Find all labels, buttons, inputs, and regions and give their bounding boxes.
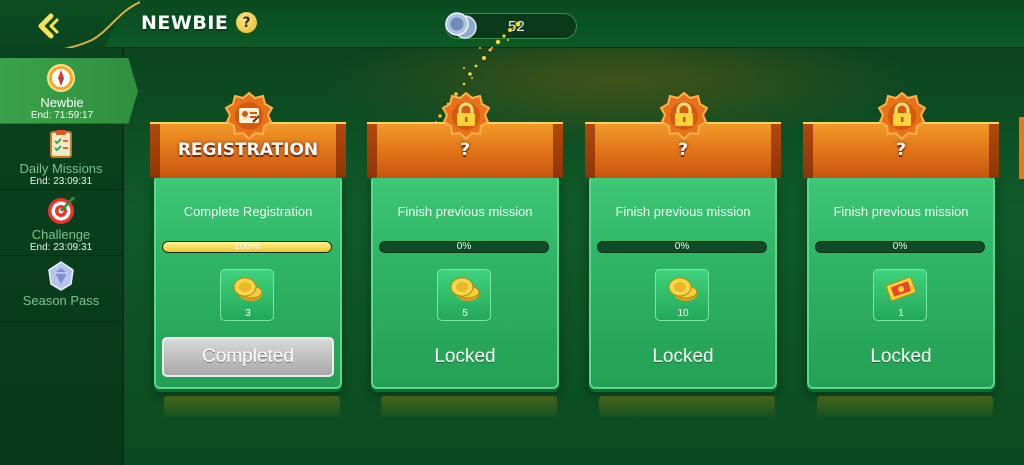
locked-status: Locked <box>652 346 714 367</box>
next-card-edge <box>1019 117 1024 179</box>
lock-icon <box>441 91 491 141</box>
sidebar-item-timer: End: 23:09:31 <box>29 242 93 253</box>
reward-quantity: 3 <box>245 308 251 319</box>
card-title: ? <box>460 140 470 160</box>
locked-status: Locked <box>870 346 932 367</box>
sidebar-item-label: Season Pass <box>22 293 100 308</box>
page-title: NEWBIE <box>141 12 229 34</box>
coin-stack-icon <box>445 12 477 39</box>
card-shelf <box>817 396 993 418</box>
progress-bar: 0% <box>597 241 767 253</box>
reward-quantity: 5 <box>462 308 468 319</box>
target-icon <box>48 197 75 224</box>
sidebar-item-challenge[interactable]: Challenge End: 23:09:31 <box>0 190 122 256</box>
progress-text: 100% <box>234 241 260 252</box>
balance-pill[interactable]: 52 <box>445 12 577 39</box>
sidebar-item-timer: End: 71:59:17 <box>30 110 94 121</box>
progress-text: 0% <box>456 241 472 252</box>
locked-status: Locked <box>434 346 496 367</box>
coins-icon <box>450 277 480 301</box>
ticket-icon <box>886 277 916 301</box>
reward-quantity: 10 <box>677 308 689 319</box>
card-shelf <box>381 396 557 418</box>
sidebar-item-daily-missions[interactable]: Daily Missions End: 23:09:31 <box>0 124 122 190</box>
reward-box[interactable]: 5 <box>437 269 491 321</box>
coins-icon <box>233 277 263 301</box>
card-description: Finish previous mission <box>833 204 969 219</box>
mission-card-locked: ? Finish previous mission 0% 5 Locked <box>367 91 563 389</box>
card-description: Finish previous mission <box>615 204 751 219</box>
mission-card-locked: ? Finish previous mission 0% 10 Locked <box>585 91 781 389</box>
progress-bar: 0% <box>815 241 985 253</box>
sidebar-item-label: Newbie <box>40 95 84 110</box>
reward-box[interactable]: 3 <box>220 269 274 321</box>
diamond-badge-icon <box>48 261 74 291</box>
reward-quantity: 1 <box>898 308 904 319</box>
coins-icon <box>668 277 698 301</box>
sidebar-item-newbie[interactable]: Newbie End: 71:59:17 <box>0 58 138 124</box>
compass-icon <box>47 64 75 92</box>
back-arrow-icon <box>38 13 59 39</box>
card-shelf <box>599 396 775 418</box>
id-card-icon <box>224 91 274 141</box>
mission-screen: NEWBIE ? 52 Newbie End: 71:59:17 Daily M… <box>0 0 1024 465</box>
progress-bar: 100% <box>162 241 332 253</box>
card-shelf <box>164 396 340 418</box>
progress-text: 0% <box>674 241 690 252</box>
reward-box[interactable]: 1 <box>873 269 927 321</box>
mission-card-registration: REGISTRATION Complete Registration 100% … <box>150 91 346 389</box>
balance-value: 52 <box>508 18 525 35</box>
progress-bar: 0% <box>379 241 549 253</box>
sidebar-item-label: Daily Missions <box>19 161 103 176</box>
card-title: ? <box>678 140 688 160</box>
mission-card-locked: ? Finish previous mission 0% 1 Locked <box>803 91 999 389</box>
card-description: Complete Registration <box>183 204 313 219</box>
lock-icon <box>659 91 709 141</box>
completed-button[interactable]: Completed <box>162 337 334 377</box>
lock-icon <box>877 91 927 141</box>
sidebar-item-label: Challenge <box>31 227 91 242</box>
card-title: REGISTRATION <box>177 140 319 160</box>
help-button[interactable]: ? <box>236 12 257 33</box>
sidebar-item-timer: End: 23:09:31 <box>29 176 93 187</box>
back-button[interactable] <box>33 11 63 41</box>
progress-text: 0% <box>892 241 908 252</box>
clipboard-icon <box>50 130 72 158</box>
reward-box[interactable]: 10 <box>655 269 709 321</box>
sidebar-item-season-pass[interactable]: Season Pass <box>0 256 122 322</box>
card-title: ? <box>896 140 906 160</box>
card-description: Finish previous mission <box>397 204 533 219</box>
